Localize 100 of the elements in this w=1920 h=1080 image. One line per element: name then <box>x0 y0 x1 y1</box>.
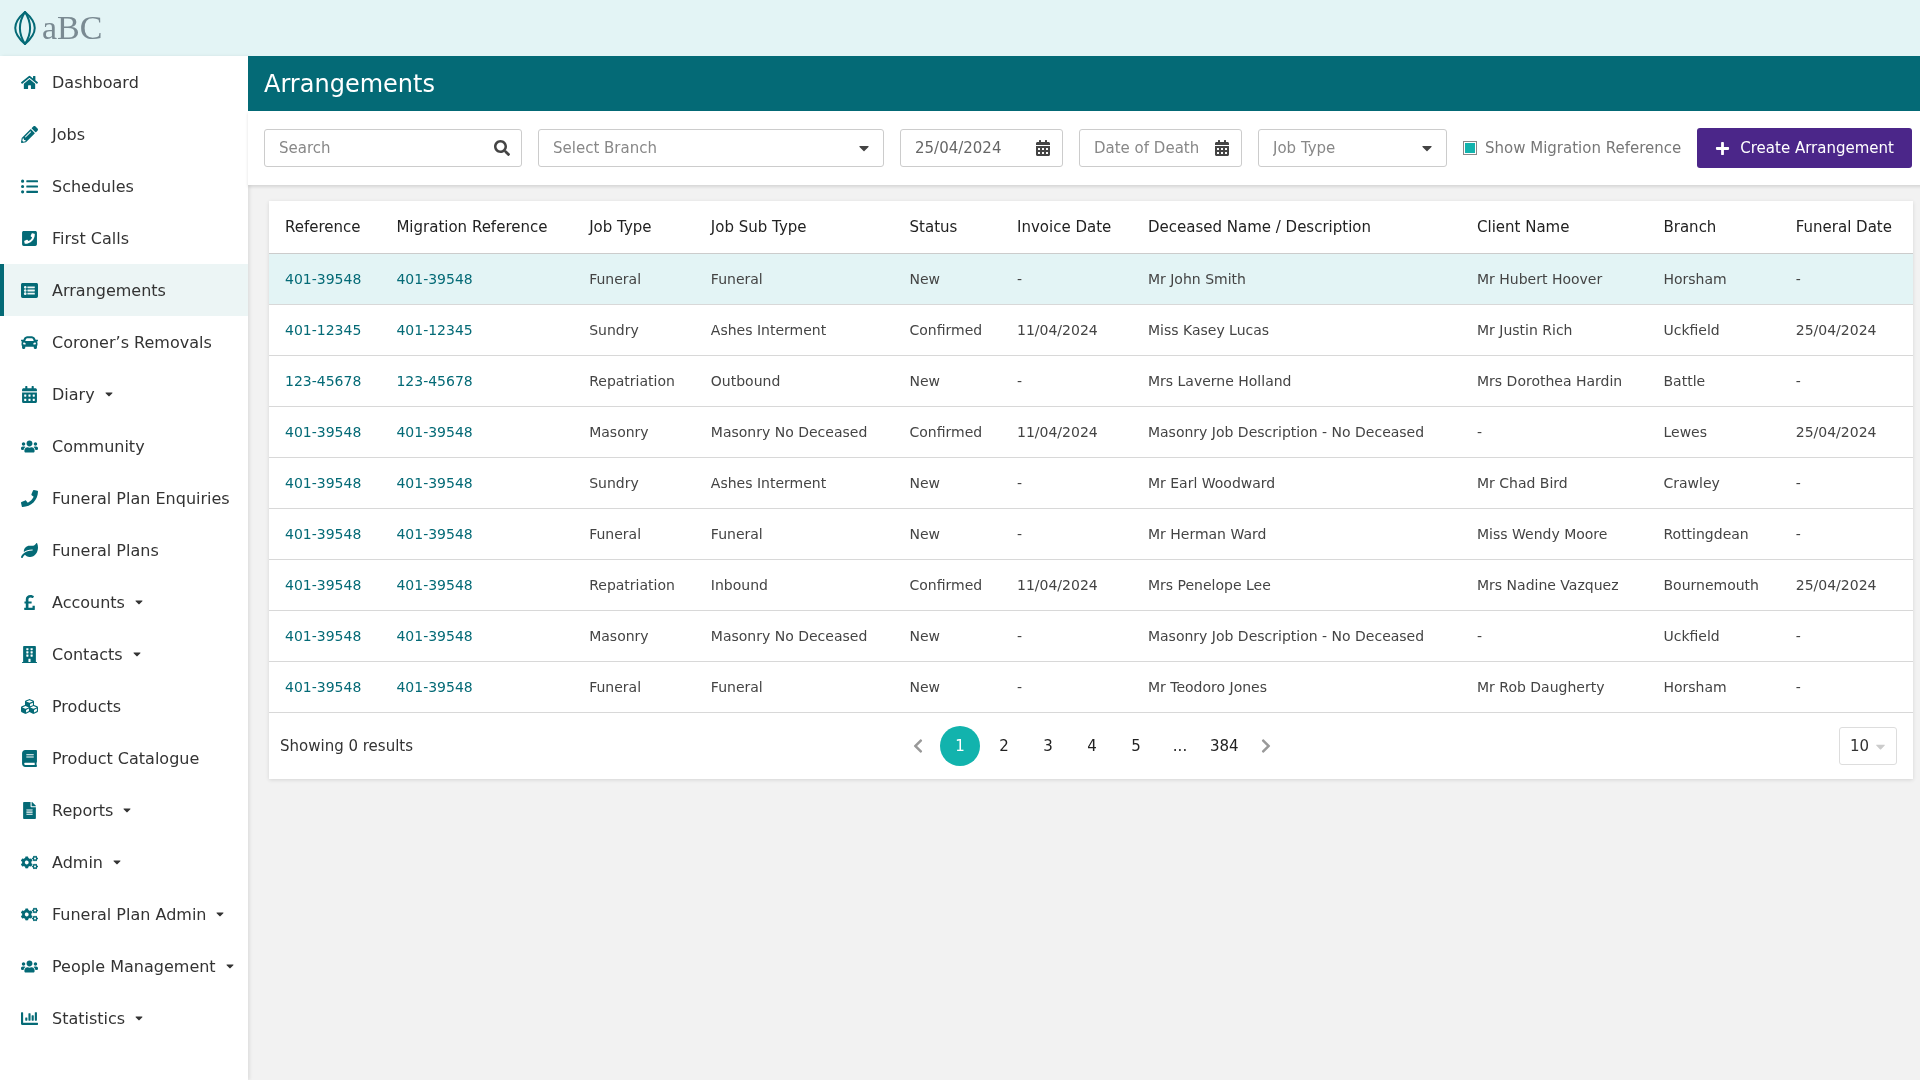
reference-link[interactable]: 401-39548 <box>396 424 473 440</box>
reference-link[interactable]: 401-39548 <box>285 475 362 491</box>
table-cell: - <box>1795 526 1801 542</box>
table-cell: Mrs Penelope Lee <box>1147 577 1271 593</box>
column-header: Status <box>893 201 1001 254</box>
table-cell: Inbound <box>710 577 768 593</box>
calendar-icon <box>1035 140 1051 156</box>
sidebar-item[interactable]: First Calls <box>0 212 248 264</box>
sidebar-label: Funeral Plan Admin <box>52 904 207 924</box>
page-button[interactable]: 2 <box>984 726 1024 766</box>
pencil-icon <box>20 125 38 143</box>
table-row[interactable]: 123-45678 123-45678 Repatriation Outbound New - Mrs Laverne Holland Mrs Dorothea Hardin Battle - <box>269 355 1913 407</box>
sidebar-item[interactable]: Reports <box>0 784 248 836</box>
sidebar-item[interactable]: Admin <box>0 836 248 888</box>
reference-link[interactable]: 401-39548 <box>285 271 362 287</box>
reference-link[interactable]: 401-39548 <box>396 679 473 695</box>
table-cell: Bournemouth <box>1663 577 1759 593</box>
column-header: Migration Reference <box>380 201 574 254</box>
table-cell: Funeral <box>710 526 763 542</box>
sidebar-item[interactable]: Jobs <box>0 108 248 160</box>
sidebar-label: First Calls <box>52 228 129 248</box>
table-cell: - <box>1017 526 1023 542</box>
table-cell: Masonry <box>589 628 649 644</box>
page-button[interactable]: 384 <box>1204 726 1244 766</box>
reference-link[interactable]: 401-12345 <box>285 322 362 338</box>
reference-link[interactable]: 401-39548 <box>396 577 473 593</box>
sidebar-item[interactable]: Dashboard <box>0 56 248 108</box>
table-row[interactable]: 401-39548 401-39548 Repatriation Inbound Confirmed 11/04/2024 Mrs Penelope Lee Mrs Nadine Vazquez Bournemouth 25/04/2024 <box>269 559 1913 611</box>
calendar-icon <box>1214 140 1230 156</box>
sidebar-label: Statistics <box>52 1008 126 1028</box>
table-cell: Confirmed <box>909 424 983 440</box>
page-button[interactable]: 4 <box>1072 726 1112 766</box>
table-cell: - <box>1017 271 1023 287</box>
table-row[interactable]: 401-12345 401-12345 Sundry Ashes Interment Confirmed 11/04/2024 Miss Kasey Lucas Mr Justin Rich Uckfield 25/04/2024 <box>269 304 1913 356</box>
sidebar-item[interactable]: Products <box>0 680 248 732</box>
table-cell: Funeral <box>589 679 642 695</box>
sidebar-item[interactable]: Statistics <box>0 992 248 1044</box>
reference-link[interactable]: 401-39548 <box>285 577 362 593</box>
search-field[interactable]: Search <box>264 129 522 167</box>
table-cell: 25/04/2024 <box>1795 424 1877 440</box>
phone-icon <box>20 229 38 247</box>
table-row[interactable]: 401-39548 401-39548 Sundry Ashes Interment New - Mr Earl Woodward Mr Chad Bird Crawley - <box>269 457 1913 509</box>
reference-link[interactable]: 401-39548 <box>285 628 362 644</box>
reference-link[interactable]: 401-39548 <box>396 475 473 491</box>
reference-link[interactable]: 401-39548 <box>285 679 362 695</box>
table-cell: 25/04/2024 <box>1795 577 1877 593</box>
reference-link[interactable]: 401-39548 <box>396 628 473 644</box>
page-button[interactable]: ... <box>1160 726 1200 766</box>
sidebar-item[interactable]: Diary <box>0 368 248 420</box>
sidebar-label: Products <box>52 696 122 716</box>
job-type-select[interactable]: Job Type <box>1258 129 1447 167</box>
reference-link[interactable]: 401-39548 <box>285 526 362 542</box>
column-header: Job Sub Type <box>694 201 894 254</box>
book-icon <box>20 749 38 767</box>
sidebar-item[interactable]: Accounts <box>0 576 248 628</box>
sidebar-item[interactable]: Contacts <box>0 628 248 680</box>
logo-icon <box>14 11 36 45</box>
reference-link[interactable]: 401-12345 <box>396 322 473 338</box>
reference-link[interactable]: 401-39548 <box>396 271 473 287</box>
table-cell: Repatriation <box>589 373 675 389</box>
table-cell: - <box>1017 373 1023 389</box>
sidebar-item[interactable]: Product Catalogue <box>0 732 248 784</box>
checkbox[interactable] <box>1463 141 1477 155</box>
create-arrangement-button[interactable]: Create Arrangement <box>1697 128 1912 168</box>
table-cell: Mr Teodoro Jones <box>1147 679 1267 695</box>
sidebar-label: Product Catalogue <box>52 748 200 768</box>
table-cell: Lewes <box>1663 424 1707 440</box>
table-cell: Masonry No Deceased <box>710 628 868 644</box>
reference-link[interactable]: 123-45678 <box>285 373 362 389</box>
sidebar-item[interactable]: Arrangements <box>0 264 248 316</box>
branch-select[interactable]: Select Branch <box>538 129 884 167</box>
table-cell: Funeral <box>589 271 642 287</box>
sidebar-item[interactable]: Funeral Plan Admin <box>0 888 248 940</box>
sidebar-item[interactable]: Funeral Plans <box>0 524 248 576</box>
page-size-select[interactable]: 10 <box>1838 727 1897 765</box>
reference-link[interactable]: 401-39548 <box>396 526 473 542</box>
table-row[interactable]: 401-39548 401-39548 Masonry Masonry No Deceased New - Masonry Job Description - No Deceased - Uckfield - <box>269 610 1913 662</box>
sidebar-item[interactable]: People Management <box>0 940 248 992</box>
table-cell: Repatriation <box>589 577 675 593</box>
page-title: Arrangements <box>248 56 1920 111</box>
reference-link[interactable]: 401-39548 <box>285 424 362 440</box>
date-of-death-field[interactable]: Date of Death <box>1079 129 1242 167</box>
reference-link[interactable]: 123-45678 <box>396 373 473 389</box>
sidebar-item[interactable]: Funeral Plan Enquiries <box>0 472 248 524</box>
table-row[interactable]: 401-39548 401-39548 Funeral Funeral New - Mr Teodoro Jones Mr Rob Daugherty Horsham - <box>269 661 1913 713</box>
table-row[interactable]: 401-39548 401-39548 Funeral Funeral New - Mr John Smith Mr Hubert Hoover Horsham - <box>269 253 1913 305</box>
sidebar-item[interactable]: Community <box>0 420 248 472</box>
table-cell: New <box>909 271 941 287</box>
sidebar-item[interactable]: Schedules <box>0 160 248 212</box>
table-row[interactable]: 401-39548 401-39548 Masonry Masonry No Deceased Confirmed 11/04/2024 Masonry Job Description - No Deceased - Lewes 25/04/2024 <box>269 406 1913 458</box>
sidebar-label: Reports <box>52 800 114 820</box>
table-cell: - <box>1017 628 1023 644</box>
sidebar-item[interactable]: Coroner’s Removals <box>0 316 248 368</box>
table-cell: Mr Rob Daugherty <box>1477 679 1605 695</box>
date-field[interactable]: 25/04/2024 <box>900 129 1063 167</box>
cubes-icon <box>20 697 38 715</box>
page-button[interactable]: 3 <box>1028 726 1068 766</box>
page-button[interactable]: 5 <box>1116 726 1156 766</box>
table-row[interactable]: 401-39548 401-39548 Funeral Funeral New - Mr Herman Ward Miss Wendy Moore Rottingdean - <box>269 508 1913 560</box>
table-cell: New <box>909 679 941 695</box>
